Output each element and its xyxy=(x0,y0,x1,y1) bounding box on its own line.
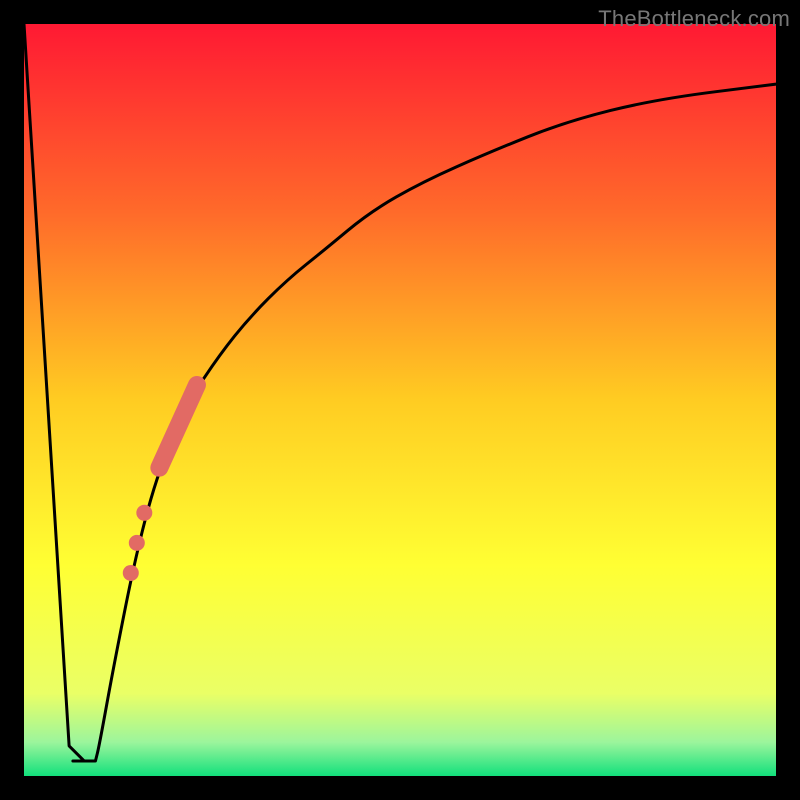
chart-root: TheBottleneck.com xyxy=(0,0,800,800)
watermark-text: TheBottleneck.com xyxy=(598,6,790,32)
highlight-dot-2 xyxy=(123,565,139,581)
chart-svg xyxy=(0,0,800,800)
highlight-dot-1 xyxy=(129,535,145,551)
highlight-dot-0 xyxy=(136,505,152,521)
plot-background xyxy=(24,24,776,776)
